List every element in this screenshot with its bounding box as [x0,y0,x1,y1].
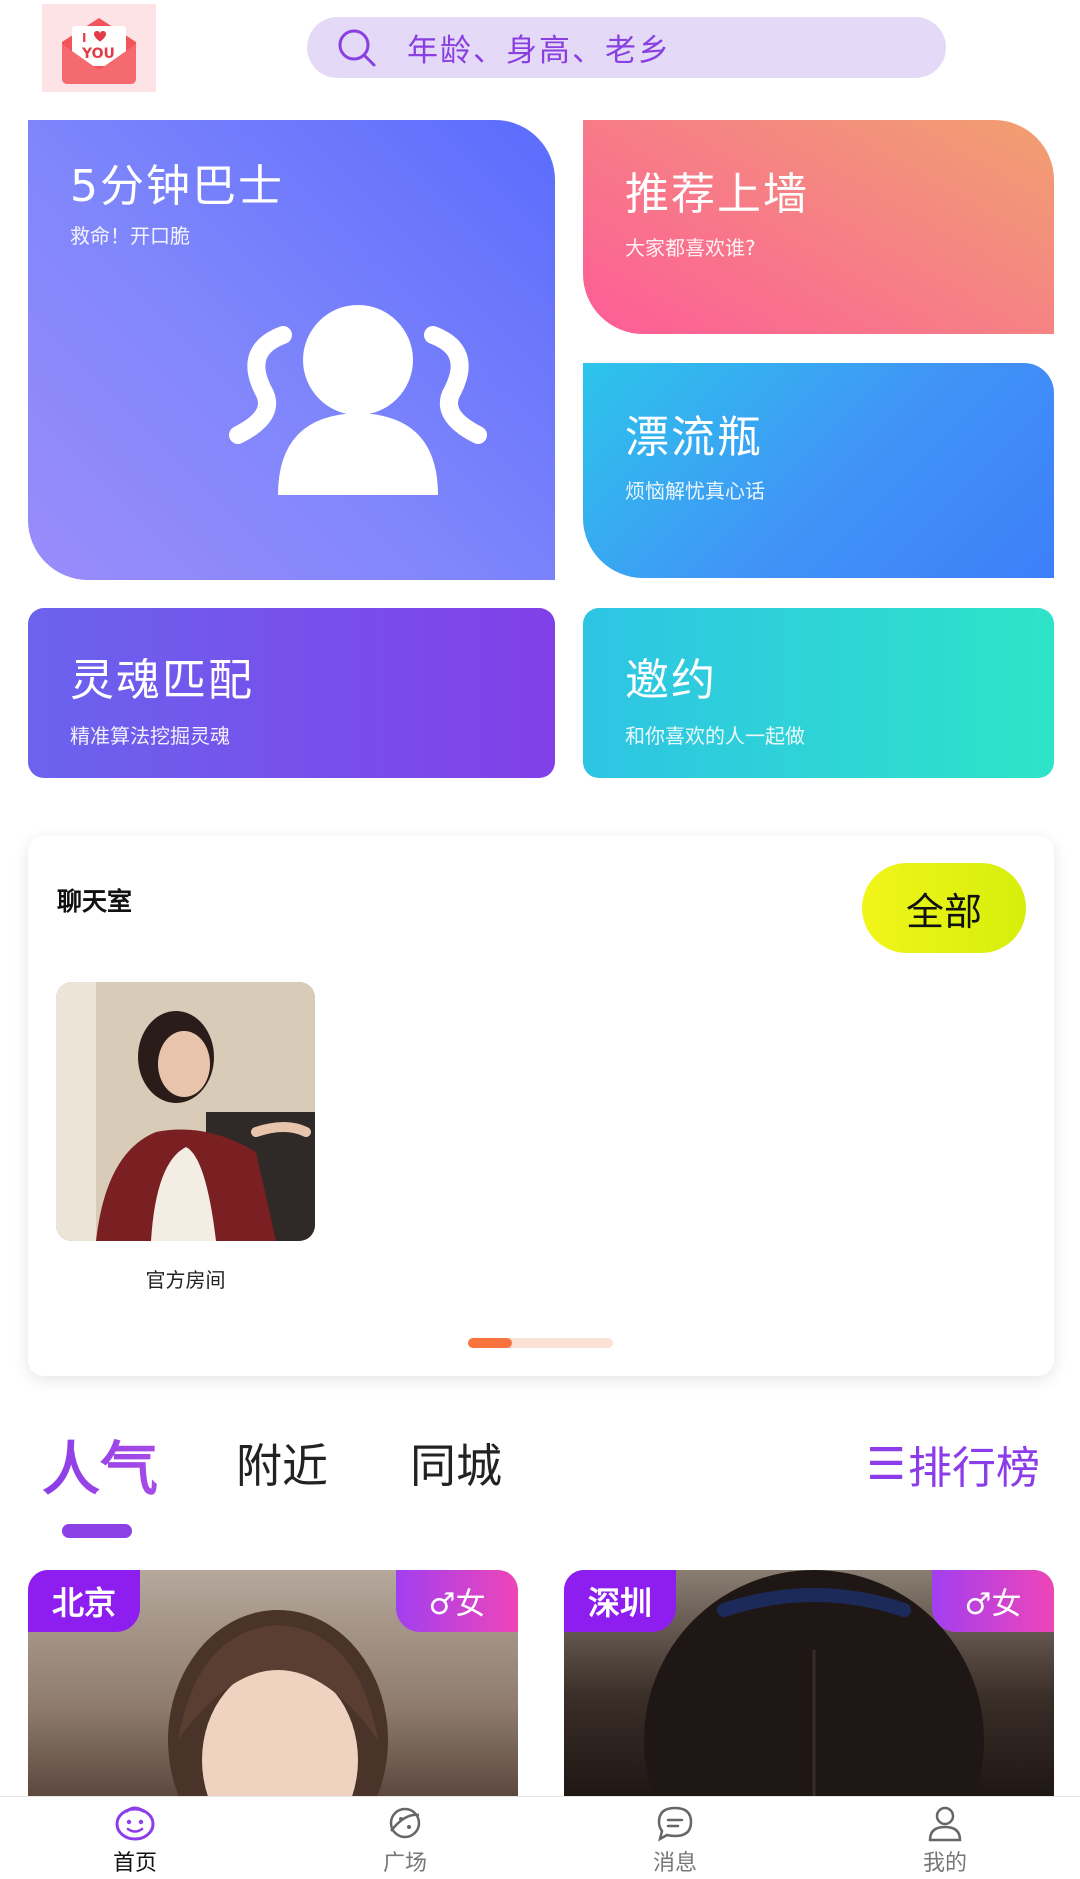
bottle-title: 漂流瓶 [625,412,763,463]
city-badge: 北京 [28,1570,141,1632]
nav-home-label: 首页 [112,1851,157,1876]
profile-card[interactable]: 北京 ♂女 [28,1570,518,1800]
ranking-label: 排行榜 [908,1443,1040,1494]
soul-title: 灵魂匹配 [70,655,254,706]
active-tab-indicator [62,1524,132,1538]
invite-subtitle: 和你喜欢的人一起做 [625,724,805,748]
list-icon: ☰ [866,1438,906,1490]
city-badge: 深圳 [564,1570,677,1632]
tab-popular[interactable]: 人气 [42,1422,158,1506]
bus-subtitle: 救命！开口脆 [70,224,190,248]
wall-subtitle: 大家都喜欢谁? [625,236,756,260]
carousel-pager [468,1338,613,1348]
bottom-navigation: 首页 广场 消息 我的 [0,1796,1080,1879]
nav-messages-label: 消息 [652,1851,697,1876]
nav-square-label: 广场 [382,1851,427,1876]
tab-same-city[interactable]: 同城 [410,1430,502,1496]
app-logo[interactable]: I YOU [42,4,156,92]
five-minute-bus-card[interactable]: 5分钟巴士 救命！开口脆 [28,120,555,580]
nav-home[interactable]: 首页 [75,1803,195,1877]
home-face-icon [115,1806,155,1841]
gender-badge: ♂女 [396,1570,518,1632]
ranking-link[interactable]: ☰ 排行榜 [867,1432,1040,1496]
message-icon [657,1806,693,1842]
nav-square[interactable]: 广场 [345,1803,465,1877]
feed-tabs: 人气 附近 同城 ☰ 排行榜 [0,1430,1080,1538]
chatroom-title: 聊天室 [57,887,133,916]
pager-indicator [468,1338,512,1348]
drift-bottle-card[interactable]: 漂流瓶 烦恼解忧真心话 [583,363,1054,578]
room-thumbnail[interactable] [56,982,315,1241]
soul-subtitle: 精准算法挖掘灵魂 [70,724,230,748]
view-all-button[interactable]: 全部 [862,863,1026,953]
svg-text:I: I [82,31,86,45]
invite-card[interactable]: 邀约 和你喜欢的人一起做 [583,608,1054,778]
invite-title: 邀约 [625,655,717,706]
bus-title: 5分钟巴士 [70,161,284,212]
search-bar[interactable]: 年龄、身高、老乡 [307,17,946,78]
search-placeholder: 年龄、身高、老乡 [407,33,671,69]
room-name: 官方房间 [145,1268,226,1292]
wall-title: 推荐上墙 [625,169,809,220]
planet-icon [389,1807,421,1839]
nav-profile-label: 我的 [922,1851,967,1876]
gender-badge: ♂女 [932,1570,1054,1632]
profile-card[interactable]: 深圳 ♂女 [564,1570,1054,1800]
search-icon [338,29,376,66]
header: I YOU 年龄、身高、老乡 [0,0,1080,100]
user-icon [928,1806,962,1842]
svg-text:YOU: YOU [81,46,115,62]
recommend-wall-card[interactable]: 推荐上墙 大家都喜欢谁? [583,120,1054,334]
tab-nearby[interactable]: 附近 [236,1430,328,1496]
nav-profile[interactable]: 我的 [885,1803,1005,1877]
bottle-subtitle: 烦恼解忧真心话 [625,479,765,503]
group-users-icon [229,305,487,495]
nav-messages[interactable]: 消息 [615,1803,735,1877]
chatroom-panel: 聊天室 全部 官方房间 [28,836,1054,1376]
soul-match-card[interactable]: 灵魂匹配 精准算法挖掘灵魂 [28,608,555,778]
